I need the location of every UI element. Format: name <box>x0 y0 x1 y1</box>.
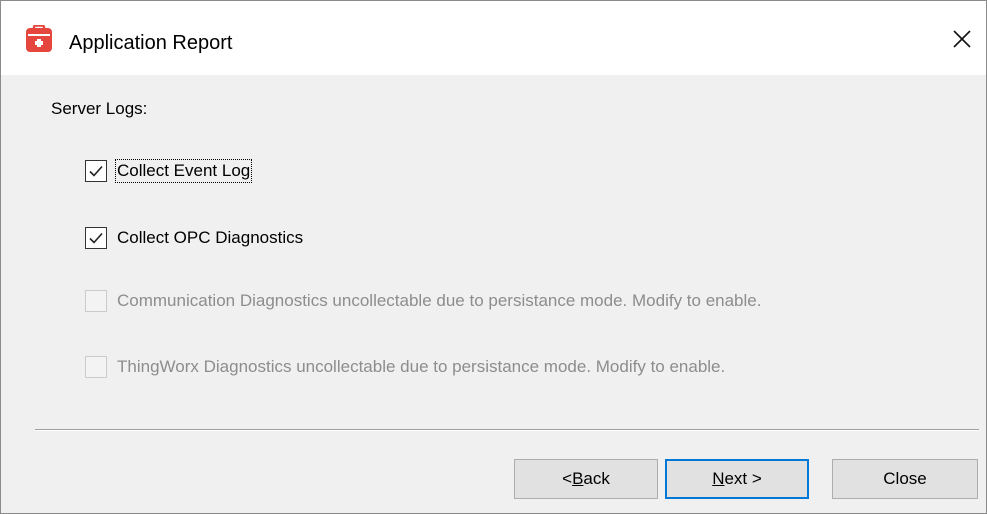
title-bar: Application Report <box>1 1 986 75</box>
collect-event-log-label[interactable]: Collect Event Log <box>114 159 253 183</box>
back-button-prefix: < <box>562 469 573 488</box>
back-button[interactable]: < Back <box>514 459 658 499</box>
communication-diagnostics-option: Communication Diagnostics uncollectable … <box>85 289 761 313</box>
collect-opc-diagnostics-option[interactable]: Collect OPC Diagnostics <box>85 226 303 250</box>
next-button-mnemonic: N <box>712 469 725 488</box>
window-title: Application Report <box>69 32 233 54</box>
collect-event-log-option[interactable]: Collect Event Log <box>85 159 253 183</box>
next-button[interactable]: Next > <box>665 459 809 499</box>
next-button-rest: ext > <box>724 469 762 488</box>
thingworx-diagnostics-option: ThingWorx Diagnostics uncollectable due … <box>85 355 725 379</box>
checkmark-icon <box>89 232 103 244</box>
close-icon[interactable] <box>944 21 980 57</box>
button-separator <box>35 429 979 431</box>
collect-opc-diagnostics-label[interactable]: Collect OPC Diagnostics <box>117 228 303 248</box>
toolbox-icon <box>25 24 53 53</box>
thingworx-diagnostics-label: ThingWorx Diagnostics uncollectable due … <box>117 357 726 376</box>
collect-opc-diagnostics-checkbox[interactable] <box>85 227 107 249</box>
back-button-rest: ack <box>583 469 610 488</box>
back-button-mnemonic: B <box>572 469 584 488</box>
close-button-label: Close <box>883 469 927 488</box>
communication-diagnostics-label: Communication Diagnostics uncollectable … <box>117 291 762 310</box>
close-button[interactable]: Close <box>832 459 978 499</box>
application-report-dialog: Application Report Server Logs: Collect … <box>0 0 987 514</box>
server-logs-label: Server Logs: <box>51 99 148 118</box>
thingworx-diagnostics-checkbox <box>85 356 107 378</box>
checkmark-icon <box>89 165 103 177</box>
collect-event-log-checkbox[interactable] <box>85 160 107 182</box>
communication-diagnostics-checkbox <box>85 290 107 312</box>
